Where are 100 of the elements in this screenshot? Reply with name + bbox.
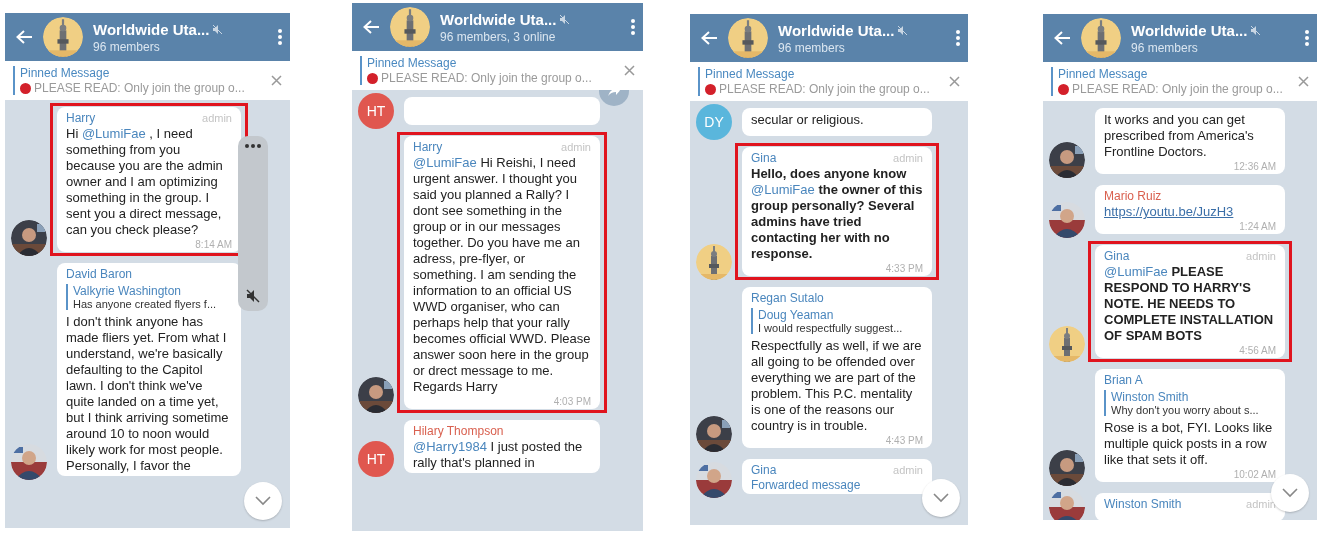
avatar[interactable]: HT bbox=[358, 441, 394, 477]
message-time: 4:33 PM bbox=[884, 263, 923, 274]
reply-quote[interactable]: Winston Smith Why don't you worry about s... bbox=[1104, 390, 1276, 416]
sender-name: Winston Smith bbox=[1104, 497, 1182, 511]
pinned-bar[interactable]: Pinned Message PLEASE READ: Only join the group o... bbox=[690, 62, 968, 101]
back-arrow-icon bbox=[362, 19, 380, 35]
sender-name: Gina bbox=[751, 151, 777, 165]
reply-name: Valkyrie Washington bbox=[73, 284, 183, 298]
avatar[interactable]: HT bbox=[358, 93, 394, 129]
link[interactable]: https://youtu.be/JuzH3 bbox=[1104, 204, 1234, 219]
close-icon bbox=[271, 75, 282, 86]
reply-quote[interactable]: Doug Yeaman I would respectfully suggest... bbox=[751, 308, 923, 334]
sender-name: Brian A bbox=[1104, 373, 1143, 387]
close-icon bbox=[949, 76, 960, 87]
message-text: @LumiFae Hi Reishi, I need urgent answer. I thought you said you planned a Rally? I dont see something in the group or in our messages together. Do you have me an adress, pre-flyer, or something. I am sending the information to an official US WWD organiser, who can perhaps help that your rally becomes official WWD. Please answer soon here in the group or drect message to me. Regards Harry bbox=[413, 155, 591, 395]
dot-icon bbox=[705, 83, 716, 95]
forwarded-label: Forwarded message bbox=[751, 478, 862, 492]
back-arrow-icon bbox=[700, 30, 718, 46]
back-arrow-icon bbox=[15, 29, 33, 45]
mention-link[interactable]: @LumiFae bbox=[1104, 264, 1168, 279]
reply-text: I would respectfully suggest... bbox=[758, 322, 904, 334]
message-text: secular or religious. bbox=[751, 112, 865, 128]
mention-link[interactable]: @LumiFae bbox=[413, 155, 477, 170]
mute-icon bbox=[213, 24, 223, 34]
dot-icon bbox=[1058, 83, 1069, 95]
mute-icon bbox=[1251, 25, 1261, 35]
pinned-bar[interactable]: Pinned Message PLEASE READ: Only join the group o... bbox=[352, 51, 643, 90]
pinned-label: Pinned Message bbox=[705, 67, 796, 81]
sender-name: Gina bbox=[1104, 249, 1130, 263]
message-time: 1:24 AM bbox=[1238, 221, 1276, 232]
more-icon bbox=[245, 144, 261, 148]
dot-icon bbox=[20, 82, 31, 94]
sender-name: Mario Ruiz bbox=[1104, 189, 1162, 203]
mention-link[interactable]: @LumiFae bbox=[81, 126, 146, 141]
admin-label: admin bbox=[1246, 498, 1276, 510]
pinned-label: Pinned Message bbox=[367, 56, 458, 70]
pinned-label: Pinned Message bbox=[1058, 67, 1149, 81]
message-time: 12:36 AM bbox=[1232, 161, 1276, 172]
sender-name: Regan Sutalo bbox=[751, 291, 824, 305]
close-icon bbox=[1298, 76, 1309, 87]
member-count: 96 members bbox=[1131, 40, 1199, 55]
mention-link[interactable]: @Harry1984 bbox=[413, 439, 487, 454]
message-text: Respectfully as well, if we are all going to be offended over everything we are part of the problem. This P.C. mentality is one of the reasons our country is in trouble. bbox=[751, 338, 923, 434]
chat-title: Worldwide Uta... bbox=[1131, 21, 1248, 39]
dot-icon bbox=[367, 72, 378, 84]
sender-name: David Baron bbox=[66, 267, 133, 281]
menu-icon bbox=[631, 19, 635, 35]
sender-name: Gina bbox=[751, 463, 777, 477]
admin-label: admin bbox=[893, 152, 923, 164]
admin-label: admin bbox=[1246, 250, 1276, 262]
message-time: 4:56 AM bbox=[1238, 345, 1276, 356]
admin-label: admin bbox=[561, 141, 591, 153]
message-text: @Harry1984 I just posted the rally that's planned in bbox=[413, 439, 584, 471]
member-count: 96 members bbox=[778, 40, 846, 55]
message-time: 8:14 AM bbox=[194, 239, 232, 250]
chat-title: Worldwide Uta... bbox=[440, 10, 557, 28]
pinned-bar[interactable]: Pinned Message PLEASE READ: Only join the group o... bbox=[1043, 62, 1317, 101]
close-icon bbox=[624, 65, 635, 76]
message-time: 4:43 PM bbox=[884, 435, 923, 446]
reply-name: Doug Yeaman bbox=[758, 308, 835, 322]
mute-icon bbox=[246, 289, 260, 303]
message-time: 4:03 PM bbox=[552, 396, 591, 407]
mute-icon bbox=[898, 25, 908, 35]
message-text: Hi @LumiFae , I need something from you because you are the admin owner and I am optimizing something in the group. I sent you a direct message, can you check please? bbox=[66, 126, 224, 238]
menu-icon bbox=[278, 29, 282, 45]
mute-icon bbox=[560, 14, 570, 24]
message-text: @LumiFae PLEASE RESPOND TO HARRY'S NOTE. HE NEEDS TO COMPLETE INSTALLATION OF SPAM BOTS bbox=[1104, 264, 1275, 344]
message-text: It works and you can get prescribed from America's Frontline Doctors. bbox=[1104, 112, 1255, 160]
message-text: Hello, does anyone know @LumiFae the owner of this group personally? Several admins have tried contacting her with no response. bbox=[751, 166, 923, 262]
sender-name: Harry bbox=[413, 140, 443, 154]
sender-name: Harry bbox=[66, 111, 96, 125]
reply-text: Why don't you worry about s... bbox=[1111, 404, 1260, 416]
chevron-down-icon bbox=[933, 493, 949, 503]
pinned-label: Pinned Message bbox=[20, 66, 111, 80]
reply-name: Winston Smith bbox=[1111, 390, 1190, 404]
pinned-text: PLEASE READ: Only join the group o... bbox=[719, 82, 930, 96]
admin-label: admin bbox=[202, 112, 232, 124]
member-count: 96 members bbox=[93, 39, 161, 54]
avatar[interactable]: DY bbox=[696, 104, 732, 140]
menu-icon bbox=[1305, 30, 1309, 46]
message-time: 10:02 AM bbox=[1232, 469, 1276, 480]
scroll-down-button[interactable] bbox=[244, 482, 282, 520]
mention-link[interactable]: @LumiFae bbox=[751, 182, 815, 197]
back-arrow-icon bbox=[1053, 30, 1071, 46]
admin-label: admin bbox=[893, 464, 923, 476]
chevron-down-icon bbox=[255, 496, 271, 506]
reply-text: Has anyone created flyers f... bbox=[73, 298, 218, 310]
message-text: Rose is a bot, FYI. Looks like multiple quick posts in a row like that sets it off. bbox=[1104, 420, 1274, 468]
pinned-bar[interactable]: Pinned Message PLEASE READ: Only join the group o... bbox=[5, 61, 290, 100]
reply-quote[interactable]: Valkyrie Washington Has anyone created flyers f... bbox=[66, 284, 232, 310]
chat-title: Worldwide Uta... bbox=[778, 21, 895, 39]
scroll-down-button[interactable] bbox=[922, 479, 960, 517]
menu-icon bbox=[956, 30, 960, 46]
chat-title: Worldwide Uta... bbox=[93, 20, 210, 38]
sender-name: Hilary Thompson bbox=[413, 424, 504, 438]
chevron-down-icon bbox=[1282, 488, 1298, 498]
pinned-text: PLEASE READ: Only join the group o... bbox=[381, 71, 592, 85]
pinned-text: PLEASE READ: Only join the group o... bbox=[1072, 82, 1283, 96]
message-text: I don't think anyone has made fliers yet. From what I understand, we're basically defaulting to the Capitol lawn. I don't think we've quite landed on a time yet, but I think arriving sometime around 10 to noon would likely work for most people. Personally, I favor the bbox=[66, 314, 230, 474]
pinned-text: PLEASE READ: Only join the group o... bbox=[34, 81, 245, 95]
